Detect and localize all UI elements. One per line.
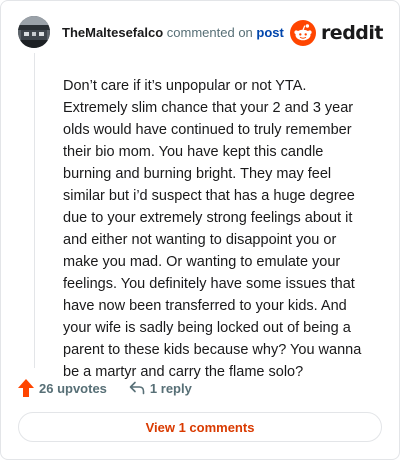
upvote-button[interactable]: 26 upvotes	[18, 379, 107, 397]
view-comments-label: View 1 comments	[145, 419, 255, 435]
avatar[interactable]	[18, 16, 50, 48]
comment-action-text: commented on	[166, 25, 253, 40]
upvote-count: 26 upvotes	[39, 380, 107, 396]
comment-card: TheMaltesefalco commented on post reddit…	[0, 0, 400, 460]
reply-count: 1 reply	[149, 380, 192, 396]
reply-arrow-icon	[129, 381, 145, 395]
post-link[interactable]: post	[256, 25, 283, 40]
reddit-wordmark: reddit	[320, 22, 384, 44]
author-name[interactable]: TheMaltesefalco	[62, 25, 163, 40]
reddit-snoo-icon	[289, 20, 316, 46]
comment-actions: 26 upvotes 1 reply	[18, 378, 192, 398]
view-comments-button[interactable]: View 1 comments	[18, 412, 382, 442]
thread-line	[34, 53, 35, 368]
reply-button[interactable]: 1 reply	[129, 381, 192, 396]
comment-header: TheMaltesefalco commented on post reddit	[18, 16, 384, 50]
upvote-arrow-icon	[18, 379, 34, 397]
avatar-image	[18, 16, 50, 48]
comment-body: Don’t care if it’s unpopular or not YTA.…	[63, 78, 362, 380]
comment-byline: TheMaltesefalco commented on post	[62, 25, 284, 40]
reddit-logo[interactable]: reddit	[289, 20, 384, 46]
